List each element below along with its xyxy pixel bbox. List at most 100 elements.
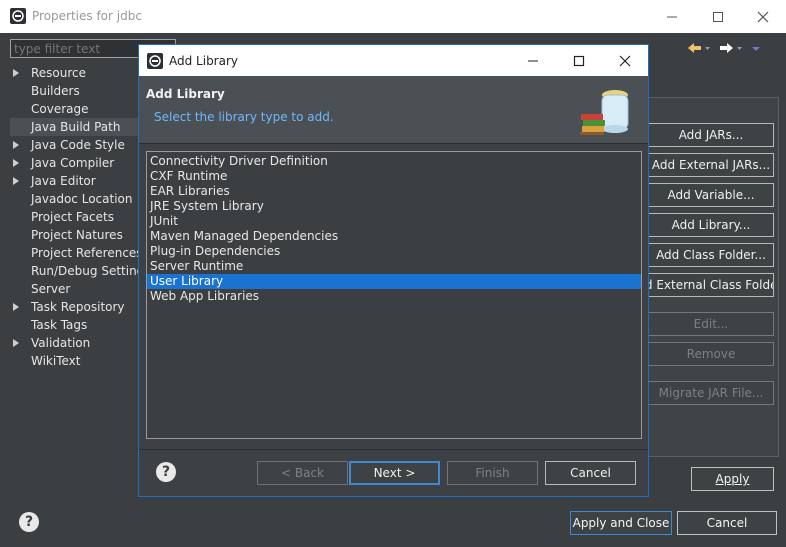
nav-item[interactable]: Project Facets	[10, 208, 140, 226]
next-label: Next >	[373, 466, 416, 480]
nav-item-label: Run/Debug Settings	[31, 264, 151, 278]
back-arrow-icon[interactable]	[686, 40, 712, 56]
nav-item-label: Java Compiler	[31, 156, 115, 170]
dialog-cancel-button[interactable]: Cancel	[545, 461, 636, 485]
outer-cancel-button[interactable]: Cancel	[677, 511, 777, 535]
dialog-header-title: Add Library	[146, 87, 225, 101]
side-button[interactable]: Add Variable...	[648, 183, 774, 207]
help-icon[interactable]: ?	[19, 512, 39, 532]
nav-item[interactable]: Java Compiler	[10, 154, 140, 172]
nav-item[interactable]: Java Editor	[10, 172, 140, 190]
side-button[interactable]: Migrate JAR File...	[648, 381, 774, 405]
nav-item-label: Java Editor	[31, 174, 96, 188]
dialog-footer: ? < Back Next > Finish Cancel	[139, 449, 648, 496]
library-list-item[interactable]: Maven Managed Dependencies	[147, 229, 641, 244]
nav-item[interactable]: WikiText	[10, 352, 140, 370]
nav-item[interactable]: Task Repository	[10, 298, 140, 316]
side-button[interactable]: Add Library...	[648, 213, 774, 237]
expand-arrow-icon[interactable]	[13, 177, 19, 185]
help-icon[interactable]: ?	[156, 462, 176, 482]
dialog-maximize-button[interactable]	[556, 45, 602, 76]
nav-item-label: Java Code Style	[31, 138, 125, 152]
expand-arrow-icon[interactable]	[13, 69, 19, 77]
close-icon	[757, 11, 769, 22]
dialog-header: Add Library Select the library type to a…	[139, 76, 648, 144]
back-button[interactable]: < Back	[257, 461, 348, 485]
nav-item-label: Resource	[31, 66, 87, 80]
property-nav: Resource Builders Coverage Java Build Path J…	[10, 64, 151, 370]
dialog-titlebar: Add Library	[139, 45, 648, 76]
library-type-list[interactable]: Connectivity Driver Definition CXF Runtim…	[146, 151, 642, 439]
nav-item[interactable]: Java Code Style	[10, 136, 140, 154]
side-button[interactable]: Remove	[648, 342, 774, 366]
maximize-icon	[713, 11, 723, 22]
dialog-title: Add Library	[169, 54, 239, 68]
nav-item-label: Project Facets	[31, 210, 114, 224]
nav-item-label: WikiText	[31, 354, 81, 368]
forward-arrow-icon[interactable]	[718, 40, 744, 56]
eclipse-icon	[10, 8, 26, 24]
library-list-item[interactable]: User Library	[147, 274, 641, 289]
nav-item-label: Project Natures	[31, 228, 123, 242]
nav-item[interactable]: Task Tags	[10, 316, 140, 334]
dialog-minimize-button[interactable]	[510, 45, 556, 76]
library-jar-icon	[580, 90, 629, 135]
nav-item-label: Validation	[31, 336, 91, 350]
window-title: Properties for jdbc	[32, 9, 142, 23]
side-button[interactable]: Add External JARs...	[648, 153, 774, 177]
nav-item[interactable]: Builders	[10, 82, 140, 100]
nav-item-label: Server	[31, 282, 71, 296]
library-list-item[interactable]: Connectivity Driver Definition	[147, 154, 641, 169]
nav-item[interactable]: Javadoc Location	[10, 190, 140, 208]
nav-item[interactable]: Server	[10, 280, 140, 298]
dialog-header-subtitle: Select the library type to add.	[154, 110, 334, 124]
side-button[interactable]: Edit...	[648, 312, 774, 336]
apply-button[interactable]: Apply	[691, 467, 774, 491]
next-button[interactable]: Next >	[349, 461, 440, 485]
nav-item-label: Task Tags	[31, 318, 88, 332]
nav-item[interactable]: Run/Debug Settings	[10, 262, 151, 280]
finish-button[interactable]: Finish	[447, 461, 538, 485]
expand-arrow-icon[interactable]	[13, 141, 19, 149]
nav-item-label: Javadoc Location	[31, 192, 133, 206]
nav-item-label: Coverage	[31, 102, 89, 116]
nav-item[interactable]: Java Build Path	[10, 118, 140, 136]
library-list-item[interactable]: Server Runtime	[147, 259, 641, 274]
nav-item-label: Task Repository	[31, 300, 125, 314]
nav-item[interactable]: Project References	[10, 244, 143, 262]
view-menu-icon[interactable]	[750, 40, 762, 56]
minimize-icon	[528, 60, 538, 61]
nav-item[interactable]: Coverage	[10, 100, 140, 118]
minimize-button[interactable]	[649, 0, 695, 33]
close-icon	[619, 55, 631, 66]
side-button[interactable]: Add External Class Folder...	[648, 273, 774, 297]
apply-label: Apply	[715, 472, 750, 486]
library-list-item[interactable]: Web App Libraries	[147, 289, 641, 304]
nav-item-label: Project References	[31, 246, 143, 260]
expand-arrow-icon[interactable]	[13, 159, 19, 167]
side-button[interactable]: Add Class Folder...	[648, 243, 774, 267]
dialog-close-button[interactable]	[602, 45, 648, 76]
library-list-item[interactable]: CXF Runtime	[147, 169, 641, 184]
nav-item-label: Java Build Path	[31, 120, 121, 134]
outer-titlebar: Properties for jdbc	[0, 0, 786, 33]
nav-item[interactable]: Resource	[10, 64, 140, 82]
minimize-icon	[667, 16, 677, 17]
eclipse-icon	[147, 53, 163, 69]
library-list-item[interactable]: JRE System Library	[147, 199, 641, 214]
expand-arrow-icon[interactable]	[13, 339, 19, 347]
side-button[interactable]: Add JARs...	[648, 123, 774, 147]
library-list-item[interactable]: Plug-in Dependencies	[147, 244, 641, 259]
nav-item[interactable]: Project Natures	[10, 226, 140, 244]
library-list-item[interactable]: EAR Libraries	[147, 184, 641, 199]
nav-item-label: Builders	[31, 84, 80, 98]
nav-toolbar	[686, 40, 762, 56]
close-button[interactable]	[740, 0, 786, 33]
maximize-button[interactable]	[695, 0, 741, 33]
expand-arrow-icon[interactable]	[13, 303, 19, 311]
nav-item[interactable]: Validation	[10, 334, 140, 352]
apply-and-close-button[interactable]: Apply and Close	[570, 511, 672, 535]
library-list-item[interactable]: JUnit	[147, 214, 641, 229]
maximize-icon	[573, 55, 585, 66]
add-library-dialog: Add Library Add Library Select the libra…	[138, 44, 649, 497]
